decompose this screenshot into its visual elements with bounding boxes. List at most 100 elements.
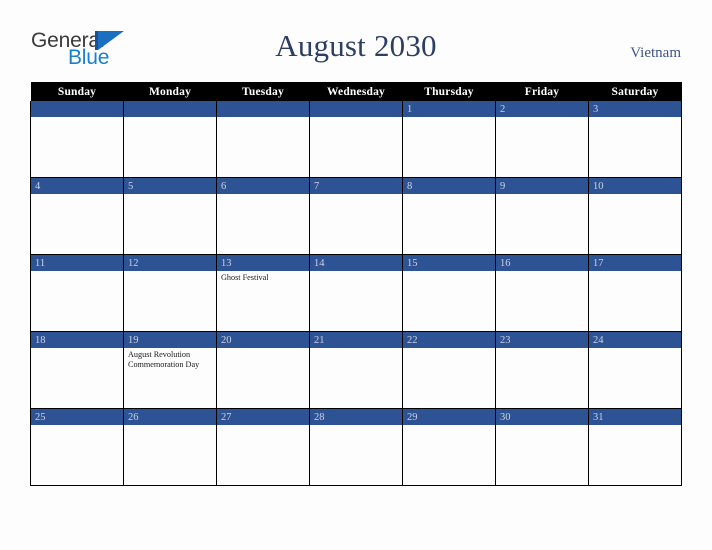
calendar-day-cell[interactable]: 11 <box>30 254 124 332</box>
calendar-day-cell[interactable]: 31 <box>588 408 682 486</box>
day-number: 31 <box>589 409 681 425</box>
calendar-day-cell[interactable]: 13 Ghost Festival <box>216 254 310 332</box>
day-event-list <box>496 348 588 350</box>
day-event-list <box>403 194 495 196</box>
day-cell-inner: 2 <box>496 101 588 177</box>
day-number: 23 <box>496 332 588 348</box>
weekday-header-friday: Friday <box>495 82 589 101</box>
day-number: 7 <box>310 178 402 194</box>
weekday-header-saturday: Saturday <box>588 82 682 101</box>
calendar-day-cell[interactable]: 25 <box>30 408 124 486</box>
calendar-day-cell[interactable]: 15 <box>402 254 496 332</box>
day-event-list <box>589 348 681 350</box>
day-number: 11 <box>31 255 123 271</box>
calendar-day-cell[interactable]: 29 <box>402 408 496 486</box>
day-event-list <box>496 271 588 273</box>
calendar-day-cell[interactable]: 17 <box>588 254 682 332</box>
day-event-list <box>310 348 402 350</box>
day-event-list <box>310 194 402 196</box>
page-header: General Blue August 2030 Vietnam <box>0 0 712 82</box>
day-event-list <box>124 194 216 196</box>
calendar-day-cell[interactable]: 21 <box>309 331 403 409</box>
day-cell-inner: 15 <box>403 255 495 331</box>
day-event-list <box>403 425 495 427</box>
calendar-day-cell[interactable]: 14 <box>309 254 403 332</box>
day-cell-inner: 3 <box>589 101 681 177</box>
calendar-header-row: Sunday Monday Tuesday Wednesday Thursday… <box>30 82 682 101</box>
calendar-day-cell[interactable]: 28 <box>309 408 403 486</box>
day-number: 13 <box>217 255 309 271</box>
calendar-day-cell[interactable]: 18 <box>30 331 124 409</box>
calendar-body: 1 2 3 4 5 6 7 8 9 10 11 12 13 Ghost Festival 14 15 16 17 1… <box>30 101 682 486</box>
calendar-day-cell[interactable]: 1 <box>402 101 496 178</box>
day-cell-inner: 4 <box>31 178 123 254</box>
calendar-day-cell[interactable]: 22 <box>402 331 496 409</box>
calendar-day-cell[interactable]: 8 <box>402 177 496 255</box>
calendar-day-cell[interactable]: 23 <box>495 331 589 409</box>
day-cell-inner: 28 <box>310 409 402 485</box>
calendar-day-cell[interactable]: 20 <box>216 331 310 409</box>
calendar-day-cell[interactable]: 4 <box>30 177 124 255</box>
day-event-list <box>310 117 402 119</box>
day-event-list <box>31 271 123 273</box>
day-cell-inner: 26 <box>124 409 216 485</box>
day-event-list <box>589 117 681 119</box>
day-cell-inner <box>217 101 309 177</box>
day-event-list <box>217 425 309 427</box>
day-cell-inner: 21 <box>310 332 402 408</box>
weekday-header-sunday: Sunday <box>30 82 124 101</box>
day-event-list <box>403 348 495 350</box>
calendar-week-row: 123 <box>30 101 682 178</box>
day-cell-inner <box>124 101 216 177</box>
day-event-list: August Revolution Commemoration Day <box>124 348 216 369</box>
day-cell-inner: 9 <box>496 178 588 254</box>
calendar-grid: Sunday Monday Tuesday Wednesday Thursday… <box>30 82 682 486</box>
calendar-day-cell[interactable]: 9 <box>495 177 589 255</box>
day-number <box>31 101 123 117</box>
day-number: 27 <box>217 409 309 425</box>
day-number: 6 <box>217 178 309 194</box>
calendar-day-cell[interactable]: 3 <box>588 101 682 178</box>
day-cell-inner: 1 <box>403 101 495 177</box>
calendar-day-cell[interactable]: 12 <box>123 254 217 332</box>
calendar-week-row: 11 12 13 Ghost Festival 14 15 16 17 <box>30 254 682 332</box>
calendar-day-cell[interactable]: 10 <box>588 177 682 255</box>
country-label: Vietnam <box>630 45 681 61</box>
day-number: 3 <box>589 101 681 117</box>
day-cell-inner: 18 <box>31 332 123 408</box>
calendar-day-cell[interactable]: 24 <box>588 331 682 409</box>
day-number: 17 <box>589 255 681 271</box>
day-event-list <box>589 271 681 273</box>
day-cell-inner: 17 <box>589 255 681 331</box>
day-number: 29 <box>403 409 495 425</box>
day-number: 15 <box>403 255 495 271</box>
calendar-day-cell[interactable]: 26 <box>123 408 217 486</box>
day-event-list <box>217 348 309 350</box>
calendar-day-cell[interactable]: 27 <box>216 408 310 486</box>
calendar-day-cell[interactable]: 5 <box>123 177 217 255</box>
calendar-day-cell[interactable] <box>309 101 403 178</box>
day-cell-inner: 31 <box>589 409 681 485</box>
day-event-list <box>403 271 495 273</box>
day-cell-inner: 16 <box>496 255 588 331</box>
day-cell-inner: 10 <box>589 178 681 254</box>
calendar-day-cell[interactable] <box>216 101 310 178</box>
day-event-list <box>496 194 588 196</box>
calendar-day-cell[interactable]: 6 <box>216 177 310 255</box>
calendar-day-cell[interactable]: 7 <box>309 177 403 255</box>
calendar-day-cell[interactable]: 16 <box>495 254 589 332</box>
calendar-week-row: 25 26 27 28 29 30 31 <box>30 408 682 486</box>
calendar-day-cell[interactable]: 19 August Revolution Commemoration Day <box>123 331 217 409</box>
day-event-list <box>310 425 402 427</box>
day-cell-inner: 19 August Revolution Commemoration Day <box>124 332 216 408</box>
day-number: 4 <box>31 178 123 194</box>
day-cell-inner: 13 Ghost Festival <box>217 255 309 331</box>
day-event-list <box>217 194 309 196</box>
calendar-day-cell[interactable] <box>30 101 124 178</box>
calendar-day-cell[interactable]: 2 <box>495 101 589 178</box>
day-cell-inner: 25 <box>31 409 123 485</box>
day-cell-inner: 8 <box>403 178 495 254</box>
calendar-day-cell[interactable]: 30 <box>495 408 589 486</box>
calendar-day-cell[interactable] <box>123 101 217 178</box>
day-number: 1 <box>403 101 495 117</box>
